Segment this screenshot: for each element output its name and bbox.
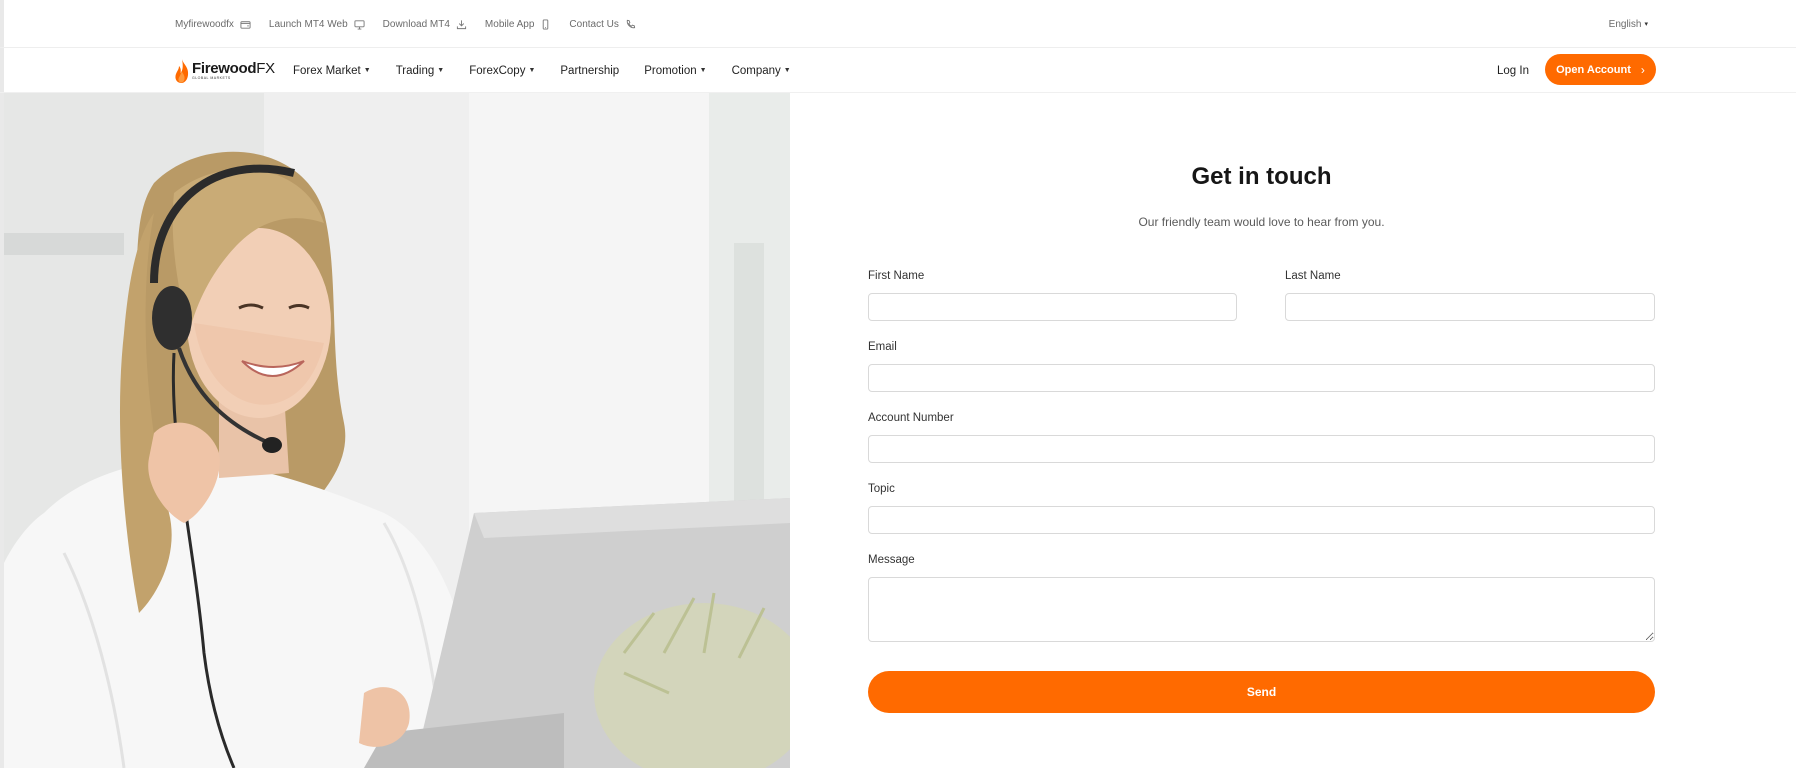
nav-item-partnership[interactable]: Partnership <box>560 65 619 77</box>
last-name-label: Last Name <box>1285 270 1341 282</box>
logo-name: FirewoodFX <box>192 60 275 78</box>
send-button[interactable]: Send <box>868 671 1655 713</box>
nav-item-forex-market[interactable]: Forex Market ▼ <box>293 65 371 77</box>
support-agent-photo <box>4 93 790 768</box>
language-selector[interactable]: English ▾ <box>1609 0 1648 48</box>
download-icon <box>456 19 467 29</box>
telephone-icon <box>626 19 636 28</box>
email-field[interactable] <box>868 364 1655 392</box>
caret-down-icon: ▼ <box>437 67 445 74</box>
nav-item-company[interactable]: Company ▼ <box>732 65 791 77</box>
chevron-right-icon: › <box>1640 62 1645 77</box>
last-name-field[interactable] <box>1285 293 1655 321</box>
utility-bar: Myfirewoodfx Launch MT4 Web Download MT4… <box>0 0 1796 48</box>
flame-icon <box>175 59 189 83</box>
launch-mt4-web-link[interactable]: Launch MT4 Web <box>269 19 365 30</box>
logo-wordmark: FirewoodFX GLOBAL MARKETS <box>192 61 275 81</box>
first-name-label: First Name <box>868 270 925 282</box>
caret-down-icon: ▾ <box>1644 21 1648 28</box>
caret-down-icon: ▼ <box>699 67 707 74</box>
first-name-field[interactable] <box>868 293 1237 321</box>
email-label: Email <box>868 341 897 353</box>
logo-tagline: GLOBAL MARKETS <box>192 76 231 81</box>
caret-down-icon: ▼ <box>528 67 536 74</box>
myfirewoodfx-link[interactable]: Myfirewoodfx <box>175 19 251 30</box>
form-title: Get in touch <box>1191 163 1332 190</box>
caret-down-icon: ▼ <box>363 67 371 74</box>
message-label: Message <box>868 554 915 566</box>
open-account-button[interactable]: Open Account › <box>1545 54 1656 85</box>
account-number-label: Account Number <box>868 412 954 424</box>
mobile-app-link[interactable]: Mobile App <box>485 19 551 30</box>
support-agent-illustration <box>4 93 790 768</box>
download-mt4-link[interactable]: Download MT4 <box>383 19 467 30</box>
account-number-field[interactable] <box>868 435 1655 463</box>
login-link[interactable]: Log In <box>1497 48 1529 93</box>
caret-down-icon: ▼ <box>783 67 791 74</box>
phone-icon <box>543 18 549 30</box>
message-textarea[interactable] <box>868 577 1655 642</box>
form-subtitle: Our friendly team would love to hear fro… <box>1138 215 1385 229</box>
topic-label: Topic <box>868 483 895 495</box>
nav-menu: Forex Market ▼ Trading ▼ ForexCopy ▼ Partne… <box>293 48 791 93</box>
nav-item-promotion[interactable]: Promotion ▼ <box>644 65 706 77</box>
firewoodfx-logo[interactable]: FirewoodFX GLOBAL MARKETS <box>174 56 275 86</box>
topic-field[interactable] <box>868 506 1655 534</box>
nav-item-forexcopy[interactable]: ForexCopy ▼ <box>469 65 535 77</box>
wallet-icon <box>240 20 251 29</box>
contact-us-link[interactable]: Contact Us <box>569 19 636 30</box>
monitor-icon <box>354 19 365 30</box>
main-nav: FirewoodFX GLOBAL MARKETS Forex Market ▼ … <box>0 48 1796 93</box>
utility-links: Myfirewoodfx Launch MT4 Web Download MT4… <box>175 0 636 48</box>
nav-item-trading[interactable]: Trading ▼ <box>396 65 445 77</box>
